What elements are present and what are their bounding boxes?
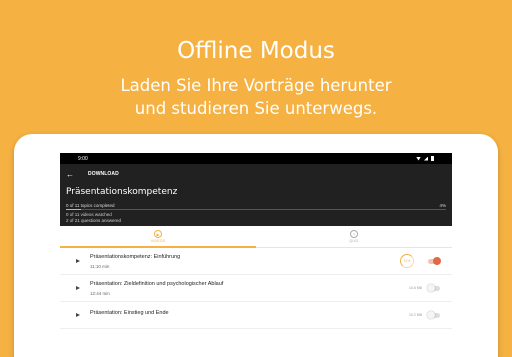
lecture-duration: 11:10 min [90, 263, 110, 269]
play-circle-icon: ▶ [154, 230, 162, 238]
progress-bar [66, 209, 446, 210]
app-bar-title: DOWNLOAD [88, 171, 119, 177]
play-icon[interactable] [76, 313, 80, 317]
list-item[interactable]: Präsentationskompetenz: Einführung 11:10… [60, 248, 452, 275]
play-icon[interactable] [76, 286, 80, 290]
app-bar: ← DOWNLOAD [60, 164, 452, 184]
toggle-knob [433, 257, 441, 265]
tab-bar: ▶ VIDEOS ? QUIZ [60, 226, 452, 248]
list-item-text: Präsentationskompetenz: Einführung 11:10… [90, 254, 400, 269]
tab-videos-label: VIDEOS [150, 239, 166, 243]
file-size: 10.2 MB [408, 313, 422, 317]
hero-title: Offline Modus [177, 38, 335, 64]
lecture-title: Präsentation: Zieldefinition und psychol… [90, 280, 224, 287]
play-icon[interactable] [76, 259, 80, 263]
course-header: Präsentationskompetenz 0 of 11 topics co… [60, 184, 452, 226]
progress-percent: 4% [439, 203, 446, 208]
download-toggle[interactable] [427, 284, 440, 292]
wifi-icon [416, 156, 421, 161]
lecture-duration: 12:44 min [90, 290, 110, 296]
signal-icon [424, 156, 428, 161]
download-progress-ring: 21% [400, 254, 414, 268]
download-toggle[interactable] [427, 311, 440, 319]
download-progress-value: 21% [403, 259, 411, 263]
battery-icon [431, 156, 434, 161]
topics-completed: 0 of 11 topics completed [66, 203, 115, 208]
download-toggle[interactable] [428, 257, 441, 265]
file-size: 10.6 MB [408, 286, 422, 290]
app-screen: 9:00 ← DOWNLOAD Präsentationskompetenz 0… [60, 153, 452, 357]
arrow-left-icon[interactable]: ← [66, 170, 82, 179]
question-circle-icon: ? [350, 230, 358, 238]
list-item-text: Präsentation: Zieldefinition und psychol… [90, 281, 409, 296]
questions-answered: 2 of 21 questions answered [66, 218, 122, 223]
progress-row: 0 of 11 topics completed 4% [66, 203, 446, 208]
lecture-list: Präsentationskompetenz: Einführung 11:10… [60, 248, 452, 329]
tab-quiz[interactable]: ? QUIZ [256, 226, 452, 247]
course-title: Präsentationskompetenz [66, 187, 178, 197]
hero-subtitle-line-1: Laden Sie Ihre Vorträge herunter [120, 76, 392, 95]
toggle-knob [427, 284, 435, 292]
list-item[interactable]: Präsentation: Einstieg und Ende 10.2 MB [60, 302, 452, 329]
lecture-title: Präsentationskompetenz: Einführung [90, 253, 181, 260]
list-item-text: Präsentation: Einstieg und Ende [90, 310, 409, 320]
status-icons [416, 156, 434, 161]
toggle-knob [427, 311, 435, 319]
progress-bar-fill [66, 209, 82, 210]
status-bar: 9:00 [60, 153, 452, 164]
lecture-title: Präsentation: Einstieg und Ende [90, 310, 169, 316]
hero-subtitle: Laden Sie Ihre Vorträge herunter und stu… [0, 74, 512, 120]
hero-subtitle-line-2: und studieren Sie unterwegs. [134, 99, 378, 118]
status-time: 9:00 [78, 155, 88, 162]
list-item[interactable]: Präsentation: Zieldefinition und psychol… [60, 275, 452, 302]
tab-videos[interactable]: ▶ VIDEOS [60, 226, 256, 247]
tab-quiz-label: QUIZ [349, 239, 359, 243]
